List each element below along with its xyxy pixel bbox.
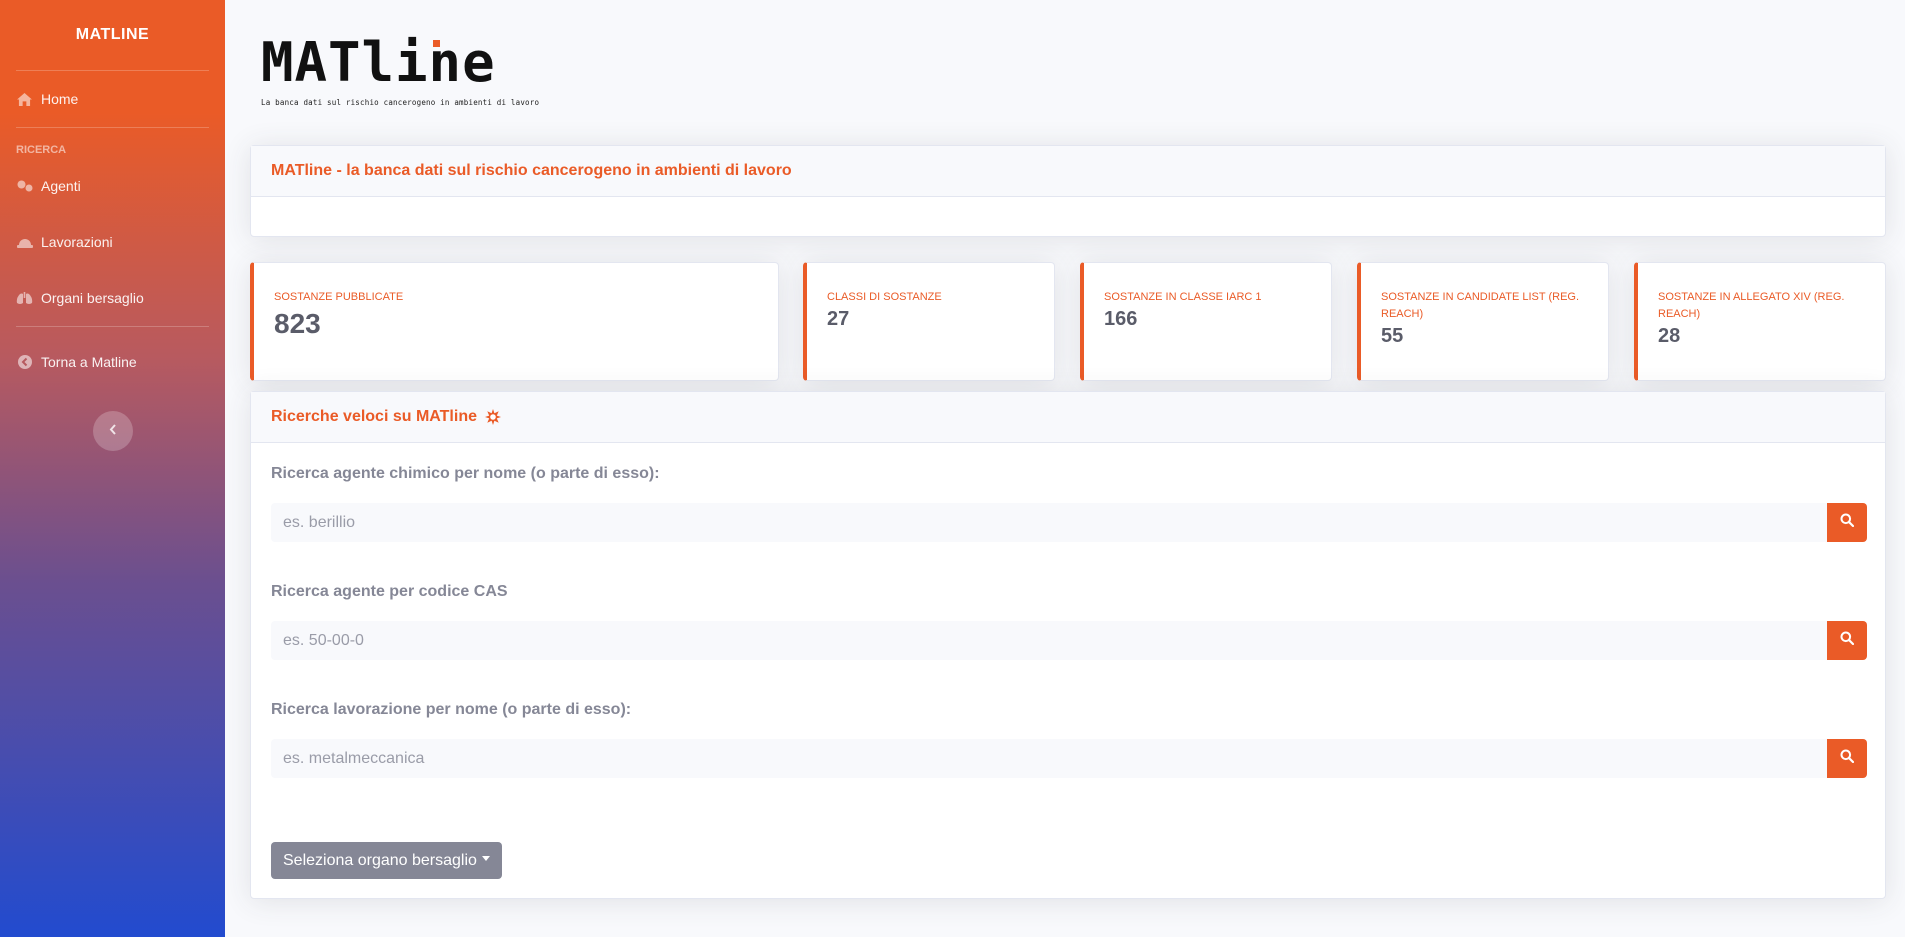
matline-logo: MATline La banca dati sul rischio cancer… xyxy=(261,31,540,108)
sidebar-heading: RICERCA xyxy=(16,144,67,156)
stat-value: 27 xyxy=(827,308,850,330)
cerca-lavorazione-group xyxy=(271,739,1867,778)
home-icon xyxy=(16,92,33,106)
stat-card-allegato-xiv: SOSTANZE IN ALLEGATO XIV (REG. REACH) 28 xyxy=(1634,262,1886,381)
dropdown-label: Seleziona organo bersaglio xyxy=(283,851,477,869)
stat-card-sostanze-pubblicate: SOSTANZE PUBBLICATE 823 xyxy=(250,262,779,381)
hard-hat-icon xyxy=(16,237,33,248)
sidebar-item-home[interactable]: Home xyxy=(0,71,225,127)
search-icon xyxy=(1840,513,1855,532)
stat-card-candidate-list: SOSTANZE IN CANDIDATE LIST (REG. REACH) … xyxy=(1357,262,1609,381)
caret-down-icon xyxy=(481,856,490,861)
organo-bersaglio-dropdown[interactable]: Seleziona organo bersaglio xyxy=(271,842,502,879)
sidebar-brand[interactable]: MATLINE xyxy=(0,0,225,70)
sidebar-item-label: Lavorazioni xyxy=(41,234,113,250)
sidebar-item-label: Torna a Matline xyxy=(41,354,137,370)
cerca-cas-label: Ricerca agente per codice CAS xyxy=(271,583,508,600)
stat-label: SOSTANZE PUBBLICATE xyxy=(274,291,404,303)
stat-card-classi-di-sostanze: CLASSI DI SOSTANZE 27 xyxy=(803,262,1055,381)
stat-value: 166 xyxy=(1104,308,1138,330)
quick-search-header: Ricerche veloci su MATline xyxy=(251,392,1885,443)
lavorazione-input[interactable] xyxy=(271,739,1827,778)
burst-icon xyxy=(485,409,501,425)
stat-value: 55 xyxy=(1381,325,1404,347)
stat-label: SOSTANZE IN ALLEGATO XIV (REG. REACH) xyxy=(1658,291,1845,320)
logo-accent-dot xyxy=(433,40,440,47)
main-content: MATline La banca dati sul rischio cancer… xyxy=(225,0,1905,937)
stat-value: 28 xyxy=(1658,325,1681,347)
agente-nome-input[interactable] xyxy=(271,503,1827,542)
sidebar-item-torna-a-matline[interactable]: Torna a Matline xyxy=(0,327,225,397)
sidebar-item-label: Home xyxy=(41,91,79,107)
cerca-cas-group xyxy=(271,621,1867,660)
search-icon xyxy=(1840,631,1855,650)
sidebar-item-label: Agenti xyxy=(41,178,81,194)
quick-search-title: Ricerche veloci su MATline xyxy=(271,408,477,425)
stat-card-sostanze-iarc-1: SOSTANZE IN CLASSE IARC 1 166 xyxy=(1080,262,1332,381)
sidebar-item-agenti[interactable]: Agenti xyxy=(0,158,225,214)
cerca-agente-nome-group xyxy=(271,503,1867,542)
arrow-circle-left-icon xyxy=(16,355,33,369)
intro-card-title: MATline - la banca dati sul rischio canc… xyxy=(251,146,1885,197)
sidebar-toggle-button[interactable] xyxy=(92,411,133,451)
logo-subtitle: La banca dati sul rischio cancerogeno in… xyxy=(261,98,540,107)
stat-value: 823 xyxy=(274,308,321,339)
agente-nome-search-button[interactable] xyxy=(1827,503,1867,542)
chevron-left-icon xyxy=(109,422,117,440)
sidebar-item-lavorazioni[interactable]: Lavorazioni xyxy=(0,214,225,270)
quick-search-card: Ricerche veloci su MATline Ricerca agent… xyxy=(250,391,1886,899)
atoms-icon xyxy=(16,180,33,192)
sidebar: MATLINE Home RICERCA Agenti Lavorazioni … xyxy=(0,0,225,937)
sidebar-item-label: Organi bersaglio xyxy=(41,290,144,306)
search-icon xyxy=(1840,749,1855,768)
stat-label: CLASSI DI SOSTANZE xyxy=(827,291,942,303)
cas-input[interactable] xyxy=(271,621,1827,660)
cerca-agente-nome-label: Ricerca agente chimico per nome (o parte… xyxy=(271,465,660,482)
stat-label: SOSTANZE IN CANDIDATE LIST (REG. REACH) xyxy=(1381,291,1580,320)
logo-title: MATline xyxy=(261,31,496,94)
cas-search-button[interactable] xyxy=(1827,621,1867,660)
lungs-icon xyxy=(16,291,33,305)
sidebar-item-organi-bersaglio[interactable]: Organi bersaglio xyxy=(0,270,225,326)
cerca-lavorazione-label: Ricerca lavorazione per nome (o parte di… xyxy=(271,701,632,718)
intro-card: MATline - la banca dati sul rischio canc… xyxy=(250,145,1886,237)
lavorazione-search-button[interactable] xyxy=(1827,739,1867,778)
stat-label: SOSTANZE IN CLASSE IARC 1 xyxy=(1104,291,1262,303)
